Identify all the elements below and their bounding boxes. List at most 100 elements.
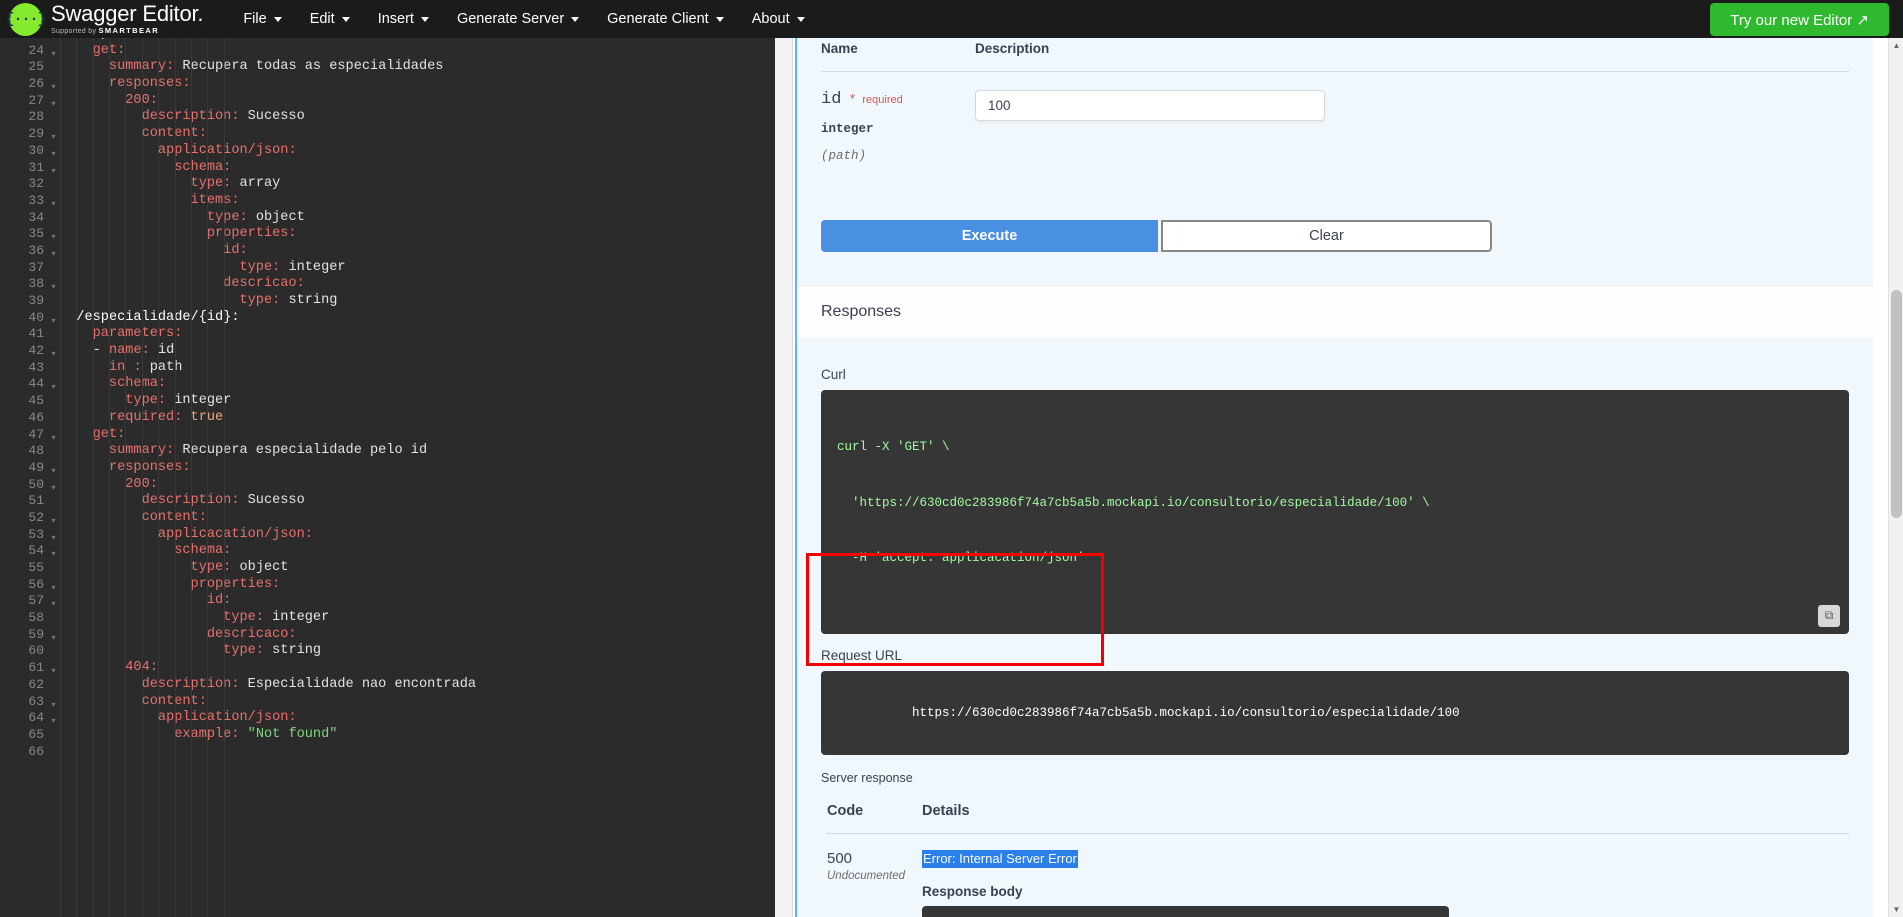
code-line[interactable]: 37 type: integer [0, 260, 775, 277]
code-line[interactable]: 38 ▾ descricao: [0, 276, 775, 293]
code-line[interactable]: 36 ▾ id: [0, 243, 775, 260]
line-number: 46 [28, 409, 44, 425]
code-text: properties: [206, 226, 297, 242]
chevron-down-icon [420, 16, 429, 22]
server-response-table-head: Code Details [821, 793, 1849, 819]
yaml-code-editor[interactable]: 23▾ /especialidade:24▾ get:25 summary: R… [0, 38, 775, 917]
code-line[interactable]: 66 [0, 744, 775, 761]
curl-line-2: 'https://630cd0c283986f74a7cb5a5b.mockap… [837, 495, 1430, 510]
menu-generate-client[interactable]: Generate Client [593, 5, 738, 33]
responses-heading-wrap: Responses [797, 285, 1873, 337]
response-code: 500 [827, 849, 853, 867]
chevron-down-icon [341, 16, 350, 22]
code-line[interactable]: 46 required: true [0, 410, 775, 427]
code-line[interactable]: 28 description: Sucesso [0, 109, 775, 126]
code-line[interactable]: 33 ▾ items: [0, 193, 775, 210]
code-line[interactable]: 39 type: string [0, 293, 775, 310]
code-line[interactable]: 49 ▾ responses: [0, 460, 775, 477]
code-line[interactable]: 56 ▾ properties: [0, 577, 775, 594]
code-text: type: string [239, 293, 338, 308]
code-line[interactable]: 29 ▾ content: [0, 126, 775, 143]
copy-curl-icon[interactable]: ⧉ [1818, 605, 1840, 627]
menu-insert-label: Insert [377, 11, 414, 27]
code-line[interactable]: 40▾ /especialidade/{id}: [0, 310, 775, 327]
code-line[interactable]: 48 summary: Recupera especialidade pelo … [0, 443, 775, 460]
code-line[interactable]: 31 ▾ schema: [0, 160, 775, 177]
indent-guide [92, 38, 94, 917]
code-line[interactable]: 60 type: string [0, 643, 775, 660]
response-details-cell: Error: Internal Server Error Response bo… [922, 849, 1450, 917]
code-line[interactable]: 54 ▾ schema: [0, 543, 775, 560]
code-line[interactable]: 25 summary: Recupera todas as especialid… [0, 59, 775, 76]
menu-file[interactable]: File [229, 5, 295, 33]
code-line[interactable]: 44 ▾ schema: [0, 376, 775, 393]
try-new-editor-button[interactable]: Try our new Editor ↗ [1710, 3, 1889, 36]
menu-generate-server[interactable]: Generate Server [443, 5, 593, 33]
menu-about[interactable]: About [738, 5, 819, 33]
responses-body: Curl curl -X 'GET' \ 'https://630cd0c283… [797, 337, 1873, 917]
code-line[interactable]: 27 ▾ 200: [0, 93, 775, 110]
indent-guide [141, 38, 143, 917]
indent-guide [207, 38, 209, 917]
code-text: description: Sucesso [141, 109, 305, 125]
code-line[interactable]: 62 description: Especialidade nao encont… [0, 677, 775, 694]
code-line[interactable]: 61 ▾ 404: [0, 660, 775, 677]
response-body-block[interactable]: "Something went wrong while parsing resp… [922, 905, 1450, 917]
line-number: 45 [28, 393, 44, 409]
clear-button[interactable]: Clear [1161, 220, 1492, 252]
code-line[interactable]: 59 ▾ descricaco: [0, 627, 775, 644]
page-scroll-down-icon[interactable]: ▼ [1889, 902, 1903, 917]
code-text: application/json: [158, 142, 297, 158]
code-line[interactable]: 55 type: object [0, 560, 775, 577]
code-line[interactable]: 45 type: integer [0, 393, 775, 410]
menu-edit[interactable]: Edit [296, 5, 364, 33]
indent-guide [158, 38, 160, 917]
curl-code-block[interactable]: curl -X 'GET' \ 'https://630cd0c283986f7… [821, 390, 1849, 634]
code-line[interactable]: 30▾ application/json: [0, 143, 775, 160]
chevron-down-icon [273, 16, 282, 22]
code-line[interactable]: 32 type: array [0, 176, 775, 193]
execute-button[interactable]: Execute [821, 220, 1158, 252]
code-line[interactable]: 53 ▾ applicacation/json: [0, 527, 775, 544]
line-number: 36 [28, 242, 44, 258]
line-number: 34 [28, 209, 44, 225]
code-line[interactable]: 35 ▾ properties: [0, 226, 775, 243]
code-line[interactable]: 50 ▾ 200: [0, 477, 775, 494]
menu-insert[interactable]: Insert [364, 5, 443, 33]
line-number: 60 [28, 643, 44, 659]
code-line[interactable]: 58 type: integer [0, 610, 775, 627]
code-line[interactable]: 52 ▾ content: [0, 510, 775, 527]
code-line[interactable]: 47 ▾ get: [0, 427, 775, 444]
code-line[interactable]: 64▾ application/json: [0, 710, 775, 727]
id-parameter-input[interactable] [975, 90, 1325, 121]
code-line[interactable]: 24 ▾ get: [0, 43, 775, 60]
col-name-label: Name [821, 41, 858, 56]
code-line[interactable]: 65 example: "Not found" [0, 727, 775, 744]
code-line[interactable]: 43 in : path [0, 360, 775, 377]
response-body-label: Response body [922, 883, 1023, 899]
code-lines[interactable]: 23▾ /especialidade:24▾ get:25 summary: R… [0, 38, 775, 760]
line-number: 55 [28, 560, 44, 575]
parameter-row-id: id * required integer (path) [797, 72, 1873, 163]
code-line[interactable]: 63 ▾ content: [0, 694, 775, 711]
page-scroll-thumb[interactable] [1891, 290, 1902, 518]
code-line[interactable]: 41 parameters: [0, 326, 775, 343]
code-line[interactable]: 26 ▾ responses: [0, 76, 775, 93]
code-text: type: object [191, 560, 289, 575]
code-line[interactable]: 51 description: Sucesso [0, 493, 775, 510]
menu-edit-label: Edit [309, 11, 335, 27]
code-line[interactable]: 34 type: object [0, 210, 775, 227]
line-number: 58 [28, 610, 44, 626]
panel-divider[interactable] [775, 38, 793, 917]
page-scrollbar[interactable]: ▲ ▼ [1888, 38, 1903, 917]
page-scroll-up-icon[interactable]: ▲ [1889, 38, 1903, 53]
line-number: 57 [28, 593, 44, 609]
brand-subtitle: Supported by SMARTBEAR [51, 27, 203, 35]
code-line[interactable]: 42▾ - name: id [0, 343, 775, 360]
code-text: summary: Recupera todas as especialidade… [108, 59, 444, 75]
code-line[interactable]: 57 ▾ id: [0, 593, 775, 610]
line-number: 38 [28, 276, 44, 292]
parameter-location: (path) [821, 149, 867, 163]
